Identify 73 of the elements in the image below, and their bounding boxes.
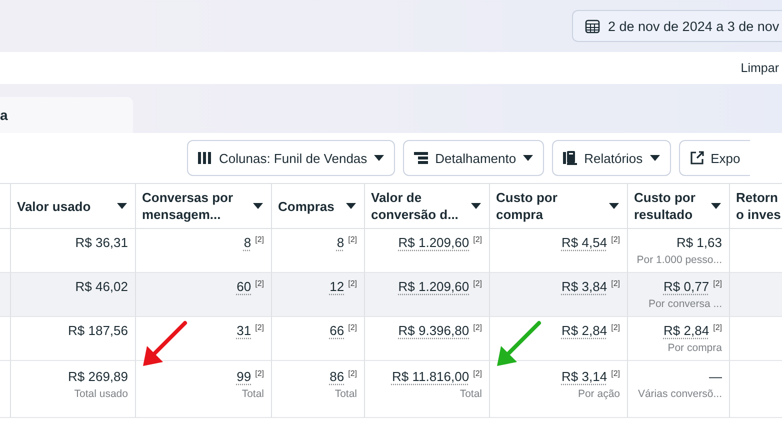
metric-link[interactable]: 66 xyxy=(330,323,344,339)
cell-caption: Várias conversõ... xyxy=(636,388,722,401)
tab[interactable]: a xyxy=(0,97,133,133)
metric-link[interactable]: R$ 11.816,00 xyxy=(392,369,470,385)
metric-link[interactable]: 8 xyxy=(244,235,252,251)
export-icon xyxy=(690,151,704,165)
footnote-mark: [2] xyxy=(473,323,482,332)
metric-link[interactable]: 31 xyxy=(236,323,252,339)
metric-link[interactable]: 99 xyxy=(236,369,252,385)
metric-link[interactable]: 60 xyxy=(236,279,252,295)
caret-icon xyxy=(523,155,534,161)
metric-value: R$ 46,02 xyxy=(75,279,128,295)
metric-link[interactable]: R$ 1.209,60 xyxy=(398,279,470,295)
breakdown-button[interactable]: Detalhamento xyxy=(403,140,544,176)
footnote-mark: [2] xyxy=(611,279,620,288)
cell-caption: Por conversa ... xyxy=(647,298,722,311)
footnote-mark: [2] xyxy=(348,235,357,244)
metric-link[interactable]: R$ 3,84 xyxy=(562,279,608,295)
footnote-mark: [2] xyxy=(473,235,482,244)
cell-caption: Por ação xyxy=(576,388,620,401)
book-icon xyxy=(563,151,578,165)
caret-icon xyxy=(650,155,660,161)
footnote-mark: [2] xyxy=(255,323,264,332)
cell-caption: Total usado xyxy=(73,388,128,401)
calendar-icon xyxy=(585,18,600,34)
metric-link[interactable]: R$ 4,54 xyxy=(562,235,608,251)
footnote-mark: [2] xyxy=(255,279,264,288)
column-header[interactable]: Conversas por mensagem... xyxy=(135,184,271,229)
column-header[interactable]: Custo por compra xyxy=(489,184,627,229)
cell-caption: Total xyxy=(334,388,357,401)
footnote-mark: [2] xyxy=(348,323,357,332)
footnote-mark: [2] xyxy=(611,323,620,332)
columns-icon xyxy=(198,152,212,164)
breakdown-icon xyxy=(414,152,428,164)
cell-caption: Total xyxy=(240,388,264,401)
metric-value: R$ 36,31 xyxy=(75,235,128,251)
footnote-mark: [2] xyxy=(611,235,620,244)
metric-link[interactable]: R$ 9.396,80 xyxy=(398,323,470,339)
column-header[interactable]: Compras xyxy=(271,184,364,229)
cell-caption: Por 1.000 pesso... xyxy=(636,254,722,267)
clear-filters-link[interactable]: Limpar xyxy=(740,61,779,75)
metric-value: R$ 187,56 xyxy=(68,323,128,339)
metric-value: R$ 269,89 xyxy=(68,369,128,385)
metric-value: R$ 1,63 xyxy=(676,235,722,251)
footnote-mark: [2] xyxy=(255,369,264,378)
footnote-mark: [2] xyxy=(473,279,482,288)
metric-link[interactable]: R$ 3,14 xyxy=(562,369,608,385)
column-header[interactable]: Retorn o inves xyxy=(729,184,782,229)
column-header[interactable]: Valor usado xyxy=(10,184,135,229)
footnote-mark: [2] xyxy=(348,279,357,288)
cell-caption: Por compra xyxy=(666,342,722,355)
metric-link[interactable]: R$ 2,84 xyxy=(664,323,710,339)
metric-link[interactable]: R$ 2,84 xyxy=(562,323,608,339)
footnote-mark: [2] xyxy=(713,323,722,332)
caret-icon xyxy=(374,155,384,161)
footnote-mark: [2] xyxy=(713,279,722,288)
footnote-mark: [2] xyxy=(348,369,357,378)
footnote-mark: [2] xyxy=(255,235,264,244)
cell-caption: Total xyxy=(458,388,482,401)
footnote-mark: [2] xyxy=(611,369,620,378)
reports-button[interactable]: Relatórios xyxy=(552,140,671,176)
metric-link[interactable]: R$ 0,77 xyxy=(664,279,710,295)
footnote-mark: [2] xyxy=(473,369,482,378)
metric-value: — xyxy=(709,369,722,385)
date-range-button[interactable]: 2 de nov de 2024 a 3 de nov xyxy=(572,10,782,42)
metric-link[interactable]: 12 xyxy=(330,279,344,295)
metric-link[interactable]: 8 xyxy=(336,235,344,251)
export-button[interactable]: Expo xyxy=(678,140,750,176)
metric-link[interactable]: R$ 1.209,60 xyxy=(398,235,470,251)
metric-link[interactable]: 86 xyxy=(330,369,344,385)
columns-button[interactable]: Colunas: Funil de Vendas xyxy=(187,140,396,176)
column-header[interactable]: Valor de conversão d... xyxy=(364,184,489,229)
column-header[interactable]: Custo por resultado xyxy=(627,184,729,229)
